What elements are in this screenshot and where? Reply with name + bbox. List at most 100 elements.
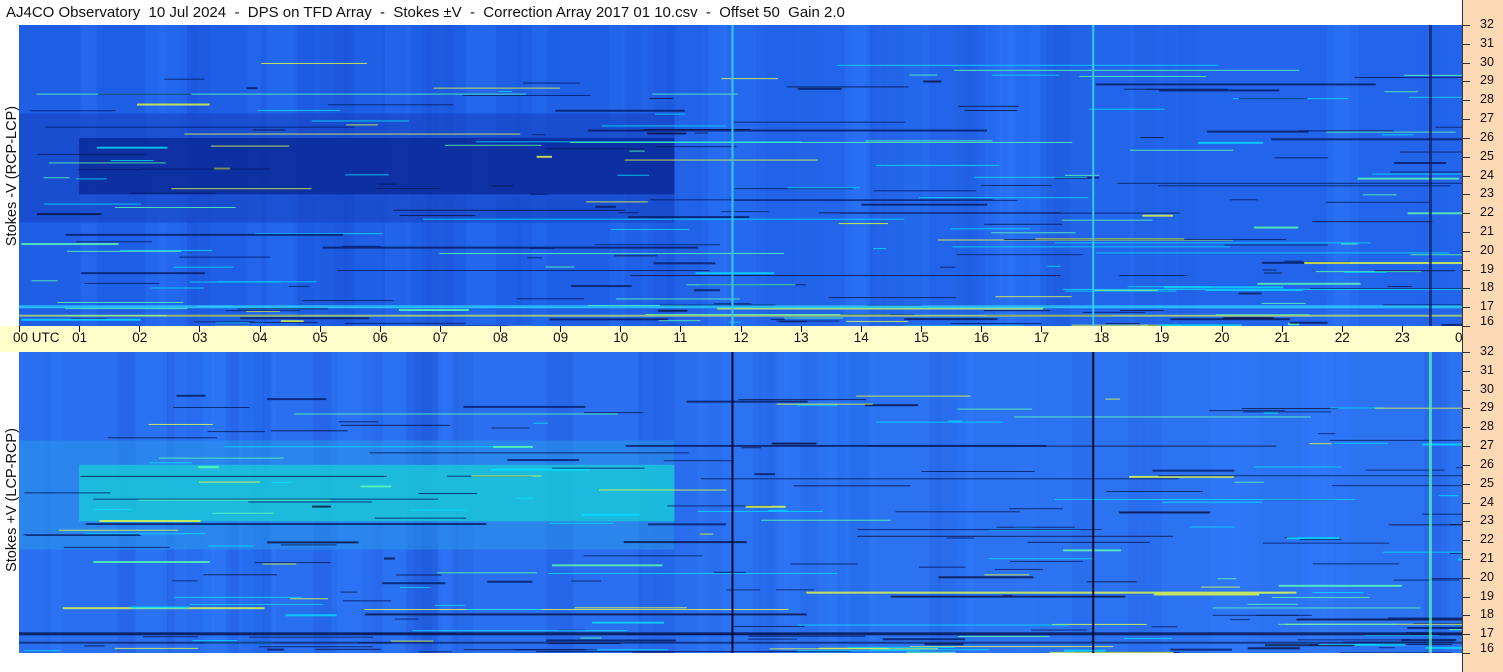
time-tick-label: 15 <box>913 330 929 345</box>
heatmap-cell <box>1384 91 1419 93</box>
heatmap-cell <box>686 284 796 286</box>
heatmap-cell <box>43 177 70 179</box>
heatmap-cell <box>1362 194 1397 196</box>
heatmap-cell <box>738 399 867 401</box>
heatmap-cell <box>280 320 304 323</box>
heatmap-cell <box>1224 244 1328 246</box>
time-tick-label: 00 UTC <box>13 330 60 345</box>
heatmap-cell <box>1151 626 1178 628</box>
heatmap-cell <box>923 80 942 83</box>
heatmap-cell <box>1329 439 1462 441</box>
time-tick-mark <box>379 326 381 332</box>
heatmap-cell <box>1117 182 1462 184</box>
heatmap-cell <box>1317 433 1336 435</box>
heatmap-cell <box>890 595 1126 598</box>
heatmap-cell <box>1152 469 1235 472</box>
heatmap-cell <box>237 308 329 310</box>
time-tick-label: 18 <box>1094 330 1110 345</box>
time-tick-label: 23 <box>1394 330 1410 345</box>
heatmap-cell <box>189 603 323 605</box>
heatmap-cell <box>624 159 818 161</box>
heatmap-cell <box>745 505 786 508</box>
heatmap-cell <box>1325 201 1430 203</box>
vertical-line <box>731 25 734 326</box>
heatmap-cell <box>337 270 710 272</box>
frequency-tick-mark <box>1462 137 1470 139</box>
heatmap-cell <box>546 148 645 150</box>
heatmap-cell <box>950 322 1042 324</box>
heatmap-cell <box>246 87 258 90</box>
heatmap-cell <box>208 545 255 547</box>
frequency-tick-label: 28 <box>1480 419 1494 434</box>
heatmap-cell <box>1318 644 1377 646</box>
heatmap-cell <box>996 526 1075 528</box>
time-tick-label: 20 <box>1214 330 1230 345</box>
utc-time-axis: 00 UTC 01 02 03 04 05 06 07 08 09 10 11 12 13 14 15 16 17… <box>0 326 1503 352</box>
heatmap-cell <box>875 421 1003 423</box>
heatmap-cell <box>1401 639 1457 642</box>
heatmap-cell <box>1435 126 1462 128</box>
heatmap-cell <box>946 537 975 539</box>
heatmap-cell <box>1238 292 1262 295</box>
frequency-tick-label: 19 <box>1480 588 1494 603</box>
heatmap-cell <box>1357 177 1459 180</box>
heatmap-cell <box>1429 578 1462 580</box>
heatmap-cell <box>192 640 238 642</box>
heatmap-cell <box>84 645 105 647</box>
heatmap-cell <box>649 97 673 99</box>
heatmap-cell <box>1223 317 1274 320</box>
heatmap-cell <box>1262 542 1390 544</box>
heatmap-cell <box>84 533 206 535</box>
frequency-tick-label: 24 <box>1480 167 1494 182</box>
frequency-tick-mark <box>1462 370 1470 372</box>
heatmap-cell <box>1449 524 1462 526</box>
heatmap-cell <box>93 509 133 511</box>
time-tick-mark <box>1401 326 1403 332</box>
heatmap-cell <box>1120 310 1164 312</box>
heatmap-cell <box>872 248 887 250</box>
heatmap-cell <box>377 183 397 185</box>
heatmap-cell <box>1410 254 1462 256</box>
frequency-tick-mark <box>1462 326 1470 327</box>
heatmap-cell <box>254 562 331 564</box>
heatmap-cell <box>1049 651 1174 653</box>
heatmap-cell <box>1299 539 1342 541</box>
heatmap-cell <box>1422 513 1462 515</box>
heatmap-cell <box>267 398 327 401</box>
heatmap-cell <box>545 266 575 268</box>
heatmap-cell <box>1063 549 1121 552</box>
heatmap-cell <box>93 498 439 500</box>
time-tick-label: 09 <box>553 330 569 345</box>
heatmap-cell <box>1390 171 1462 173</box>
frequency-tick-mark <box>1462 62 1470 64</box>
heatmap-cell <box>1129 149 1234 151</box>
heatmap-cell <box>1189 526 1235 528</box>
heatmap-cell <box>583 412 644 414</box>
heatmap-cell <box>212 512 274 514</box>
heatmap-cell <box>776 403 873 405</box>
heatmap-cell <box>138 499 331 501</box>
frequency-tick-mark <box>1462 43 1470 45</box>
heatmap-cell <box>1297 639 1410 641</box>
heatmap-cell <box>1062 288 1462 290</box>
heatmap-cell <box>628 216 750 219</box>
heatmap-cell <box>1238 98 1308 100</box>
heatmap-cell <box>302 300 394 302</box>
time-tick-label: 03 <box>192 330 208 345</box>
heatmap-cell <box>1013 416 1311 418</box>
heatmap-cell <box>1212 607 1421 609</box>
heatmap-cell <box>240 317 370 320</box>
heatmap-cell <box>614 255 657 257</box>
heatmap-cell <box>179 256 271 258</box>
heatmap-cell <box>693 289 721 292</box>
heatmap-cell <box>617 212 639 214</box>
heatmap-cell <box>958 105 1019 107</box>
heatmap-cell <box>779 321 808 323</box>
heatmap-cell <box>462 94 591 96</box>
time-tick-mark <box>860 326 862 332</box>
heatmap-cell <box>184 133 521 135</box>
heatmap-cell <box>150 287 204 289</box>
time-tick-label: 07 <box>432 330 448 345</box>
heatmap-cell <box>958 635 1050 637</box>
heatmap-cell <box>342 245 381 247</box>
